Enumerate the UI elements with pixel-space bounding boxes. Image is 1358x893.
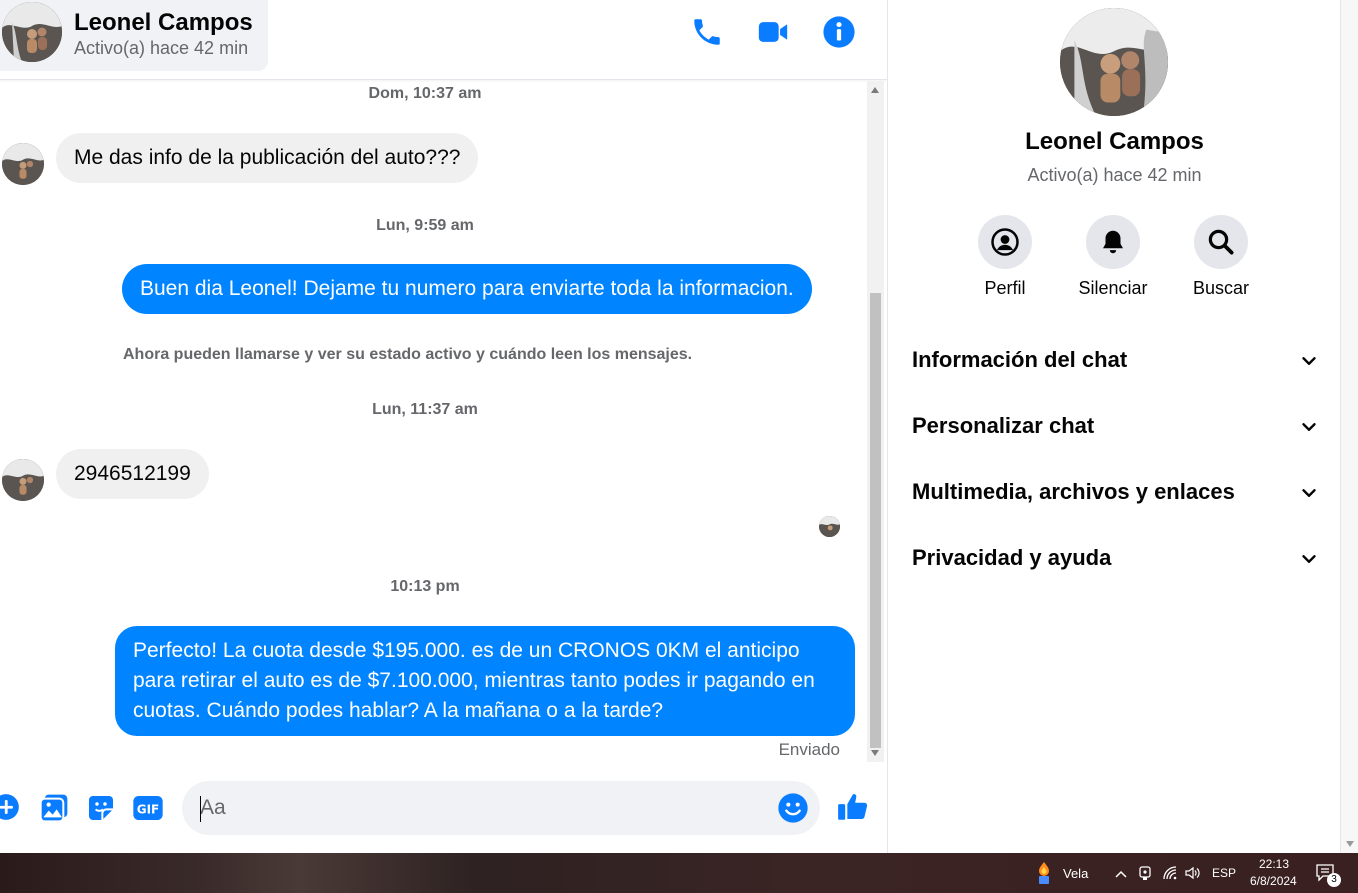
message-bubble-incoming[interactable]: 2946512199: [56, 449, 209, 499]
scroll-down-arrow-icon[interactable]: [1346, 841, 1354, 847]
chevron-down-icon[interactable]: [1298, 548, 1320, 570]
contact-status: Activo(a) hace 42 min: [74, 38, 249, 58]
photo-icon[interactable]: [38, 792, 70, 824]
info-icon[interactable]: [822, 15, 856, 49]
system-note: Ahora pueden llamarse y ver su estado ac…: [123, 346, 693, 363]
scroll-down-arrow-icon[interactable]: [871, 750, 879, 756]
section-title: Privacidad y ayuda: [912, 545, 1112, 570]
message-scrollbar[interactable]: [867, 81, 884, 762]
device-icon[interactable]: [1138, 865, 1152, 881]
gif-icon[interactable]: GIF: [132, 792, 164, 824]
conversation-details-panel: Leonel Campos Activo(a) hace 42 min Perf…: [887, 0, 1340, 853]
profile-icon[interactable]: [978, 215, 1032, 269]
input-language[interactable]: ESP: [1212, 866, 1236, 880]
plus-icon[interactable]: [0, 793, 20, 821]
chevron-down-icon[interactable]: [1298, 482, 1320, 504]
taskbar-date[interactable]: 6/8/2024: [1250, 874, 1297, 888]
message-bubble-outgoing[interactable]: Perfecto! La cuota desde $195.000. es de…: [115, 626, 855, 736]
mute-button[interactable]: Silenciar: [1058, 215, 1168, 299]
video-camera-icon[interactable]: [756, 15, 790, 49]
chat-header: Leonel Campos Activo(a) hace 42 min: [0, 0, 887, 80]
profile-button[interactable]: Perfil: [950, 215, 1060, 299]
bell-icon[interactable]: [1086, 215, 1140, 269]
message-input[interactable]: [182, 781, 820, 835]
notification-count-badge: 3: [1327, 873, 1341, 887]
profile-avatar[interactable]: [1060, 8, 1168, 116]
weather-app-label[interactable]: Vela: [1063, 866, 1088, 881]
section-privacy-help[interactable]: Privacidad y ayuda: [912, 539, 1320, 579]
search-button-label: Buscar: [1192, 278, 1250, 298]
search-icon[interactable]: [1194, 215, 1248, 269]
sender-avatar[interactable]: [2, 459, 44, 501]
contact-avatar[interactable]: [2, 2, 62, 62]
chevron-up-icon[interactable]: [1114, 867, 1128, 879]
section-title: Información del chat: [912, 347, 1128, 372]
chevron-down-icon[interactable]: [1298, 416, 1320, 438]
contact-name[interactable]: Leonel Campos: [74, 9, 253, 37]
section-title: Personalizar chat: [912, 413, 1095, 438]
section-chat-info[interactable]: Información del chat: [912, 341, 1320, 381]
text-caret: [200, 796, 201, 822]
message-bubble-outgoing[interactable]: Buen dia Leonel! Dejame tu numero para e…: [122, 264, 812, 314]
contact-chip[interactable]: Leonel Campos Activo(a) hace 42 min: [0, 0, 268, 71]
windows-taskbar: Vela ESP 22:13 6/8/2024 3: [0, 853, 1358, 893]
search-button[interactable]: Buscar: [1166, 215, 1276, 299]
message-bubble-incoming[interactable]: Me das info de la publicación del auto??…: [56, 133, 479, 183]
section-title: Multimedia, archivos y enlaces: [912, 479, 1235, 504]
time-separator: Lun, 9:59 am: [376, 217, 474, 234]
profile-status: Activo(a) hace 42 min: [1027, 165, 1202, 185]
mute-button-label: Silenciar: [1078, 278, 1148, 298]
section-media-files-links[interactable]: Multimedia, archivos y enlaces: [912, 473, 1320, 513]
thumbs-up-icon[interactable]: [836, 790, 870, 824]
read-receipt-avatar: [819, 516, 840, 537]
section-customize-chat[interactable]: Personalizar chat: [912, 407, 1320, 447]
time-separator: Lun, 11:37 am: [372, 401, 478, 418]
chevron-down-icon[interactable]: [1298, 350, 1320, 372]
volume-icon[interactable]: [1184, 865, 1202, 881]
time-separator: 10:13 pm: [390, 578, 460, 595]
sender-avatar[interactable]: [2, 143, 44, 185]
gif-label: GIF: [137, 803, 160, 817]
candle-weather-icon[interactable]: [1034, 861, 1054, 885]
time-separator: Dom, 10:37 am: [368, 85, 482, 102]
composer-bar: GIF: [0, 770, 887, 850]
sticker-icon[interactable]: [85, 792, 117, 824]
window-scrollbar[interactable]: [1340, 0, 1358, 853]
emoji-icon[interactable]: [777, 792, 809, 824]
scroll-up-arrow-icon[interactable]: [871, 87, 879, 93]
message-list[interactable]: Dom, 10:37 am Me das info de la publicac…: [0, 81, 868, 765]
scroll-thumb[interactable]: [870, 293, 881, 748]
phone-icon[interactable]: [690, 15, 724, 49]
profile-button-label: Perfil: [984, 278, 1026, 298]
delivery-status: Enviado: [778, 740, 840, 759]
wifi-icon[interactable]: [1162, 865, 1178, 881]
taskbar-clock[interactable]: 22:13: [1259, 857, 1289, 871]
profile-name: Leonel Campos: [1025, 128, 1204, 155]
messenger-window: Leonel Campos Activo(a) hace 42 min Dom,…: [0, 0, 1358, 893]
